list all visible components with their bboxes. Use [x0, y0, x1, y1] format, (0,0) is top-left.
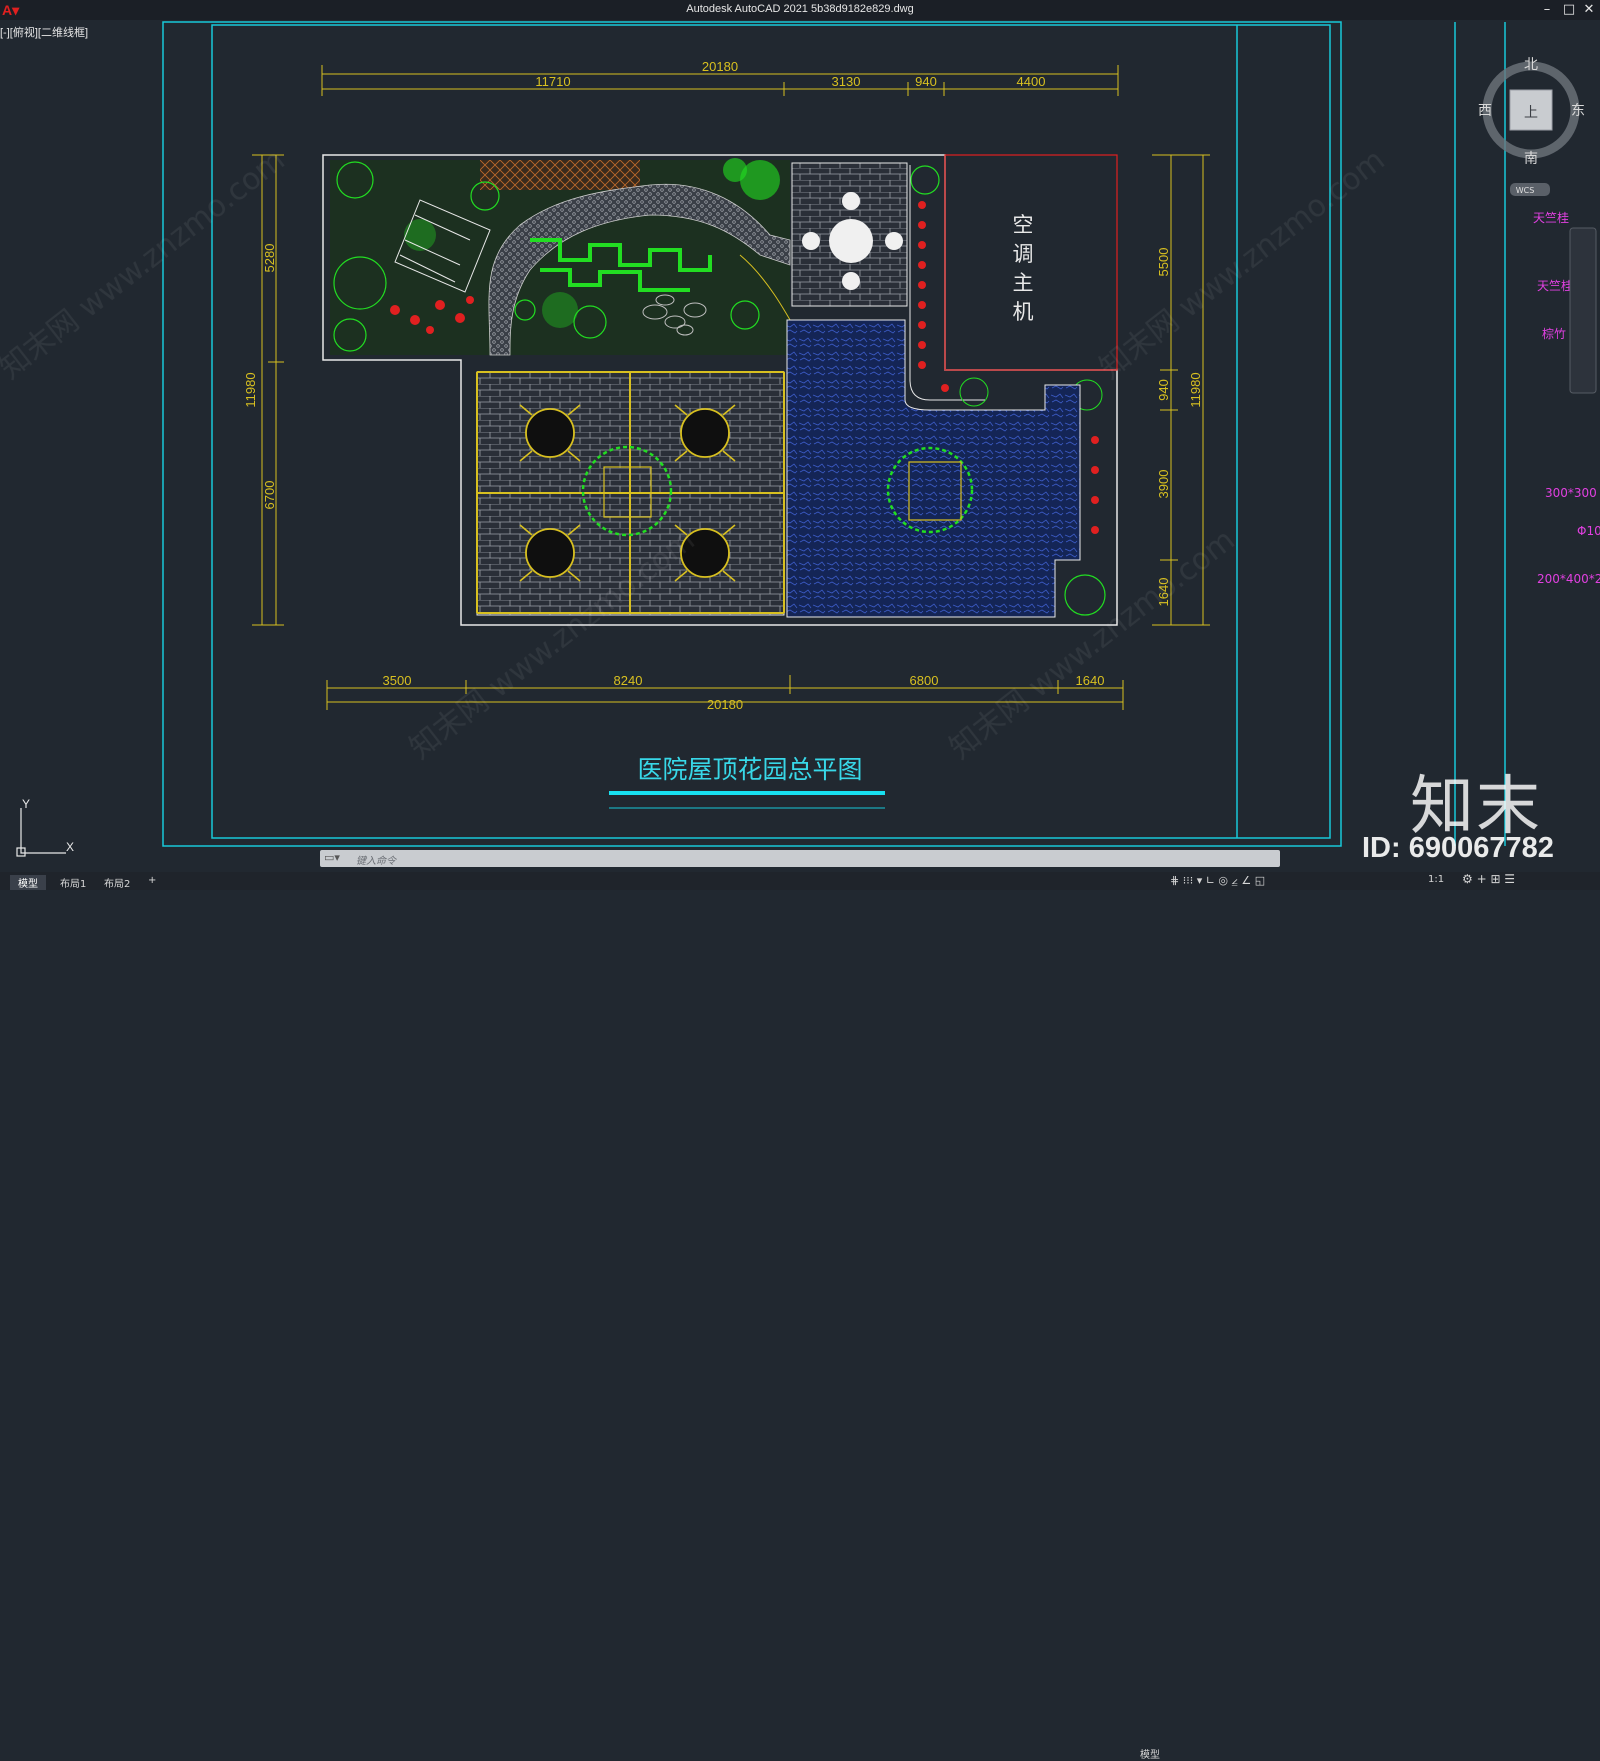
- navigation-bar[interactable]: [1569, 227, 1597, 394]
- svg-text:西: 西: [1478, 103, 1492, 119]
- svg-text:8240: 8240: [614, 673, 643, 688]
- add-layout-button[interactable]: +: [140, 875, 164, 886]
- grid-icon[interactable]: ⋕ ⁝⁝⁝ ▾ ∟ ◎ ⦤ ∠ ◱: [1170, 874, 1265, 888]
- svg-text:调: 调: [1013, 242, 1034, 266]
- settings-icon[interactable]: ⚙ + ⊞ ☰: [1462, 872, 1515, 886]
- upper-terrace: [791, 162, 908, 307]
- water-feature: [786, 319, 1081, 618]
- viewcube[interactable]: 上 北 南 西 东 WCS: [1478, 57, 1585, 196]
- svg-text:940: 940: [1156, 379, 1171, 401]
- svg-text:知末网 www.znzmo.com: 知末网 www.znzmo.com: [0, 143, 292, 387]
- tab-layout2[interactable]: 布局2: [96, 875, 138, 890]
- command-history-icon[interactable]: ▭▾: [324, 851, 340, 864]
- command-input[interactable]: 键入命令: [356, 852, 396, 867]
- ucs-icon: Y X: [16, 797, 74, 857]
- svg-text:11710: 11710: [535, 74, 570, 89]
- watermark-id: ID: 690067782: [1362, 832, 1554, 864]
- svg-text:11980: 11980: [1188, 372, 1203, 407]
- svg-text:11980: 11980: [243, 372, 258, 407]
- svg-text:上: 上: [1524, 105, 1538, 121]
- svg-text:主: 主: [1013, 271, 1034, 295]
- svg-text:天竺桂: 天竺桂: [1537, 278, 1573, 293]
- svg-text:机: 机: [1013, 300, 1034, 324]
- svg-text:X: X: [66, 840, 74, 854]
- command-line[interactable]: ▭▾ 键入命令: [320, 850, 1280, 867]
- svg-text:5500: 5500: [1156, 248, 1171, 277]
- svg-text:20180: 20180: [702, 59, 738, 74]
- svg-text:北: 北: [1524, 57, 1538, 73]
- svg-text:940: 940: [915, 74, 937, 89]
- svg-text:3130: 3130: [832, 74, 861, 89]
- svg-text:6800: 6800: [910, 673, 939, 688]
- top-dimensions: 20180 11710 3130 940 4400: [321, 59, 1119, 96]
- tab-model[interactable]: 模型: [10, 875, 46, 890]
- svg-text:东: 东: [1571, 103, 1585, 119]
- svg-text:3500: 3500: [383, 673, 412, 688]
- drawing-canvas[interactable]: 空 调 主 机 20180 11710 3130 940 4400 3500 8…: [0, 0, 1600, 890]
- svg-text:空: 空: [1013, 213, 1034, 237]
- svg-text:WCS: WCS: [1516, 186, 1535, 195]
- svg-text:天竺桂: 天竺桂: [1533, 210, 1569, 225]
- svg-text:300*300: 300*300: [1545, 486, 1597, 500]
- svg-text:知末网 www.znzmo.com: 知末网 www.znzmo.com: [1093, 143, 1391, 387]
- svg-text:5280: 5280: [262, 244, 277, 273]
- svg-text:3900: 3900: [1156, 470, 1171, 499]
- annotation-scale[interactable]: 1:1: [1428, 874, 1444, 885]
- model-space-toggle[interactable]: 模型: [1140, 1746, 1160, 1761]
- svg-text:6700: 6700: [262, 481, 277, 510]
- ac-unit-label: 空 调 主 机: [1013, 213, 1034, 324]
- svg-text:Y: Y: [22, 797, 30, 811]
- svg-text:南: 南: [1524, 151, 1538, 167]
- svg-text:医院屋顶花园总平图: 医院屋顶花园总平图: [637, 755, 862, 784]
- tab-layout1[interactable]: 布局1: [52, 875, 94, 890]
- svg-text:20180: 20180: [707, 697, 743, 712]
- svg-text:200*400*2: 200*400*2: [1537, 572, 1600, 586]
- svg-text:棕竹: 棕竹: [1542, 326, 1566, 341]
- svg-text:Φ10: Φ10: [1577, 524, 1600, 538]
- svg-text:4400: 4400: [1017, 74, 1046, 89]
- drawing-title: 医院屋顶花园总平图: [609, 755, 885, 809]
- left-dimensions: 5280 6700 11980: [243, 154, 284, 626]
- status-bar: 模型 布局1 布局2 + 模型 ⋕ ⁝⁝⁝ ▾ ∟ ◎ ⦤ ∠ ◱ 1:1 ⚙ …: [0, 872, 1600, 1761]
